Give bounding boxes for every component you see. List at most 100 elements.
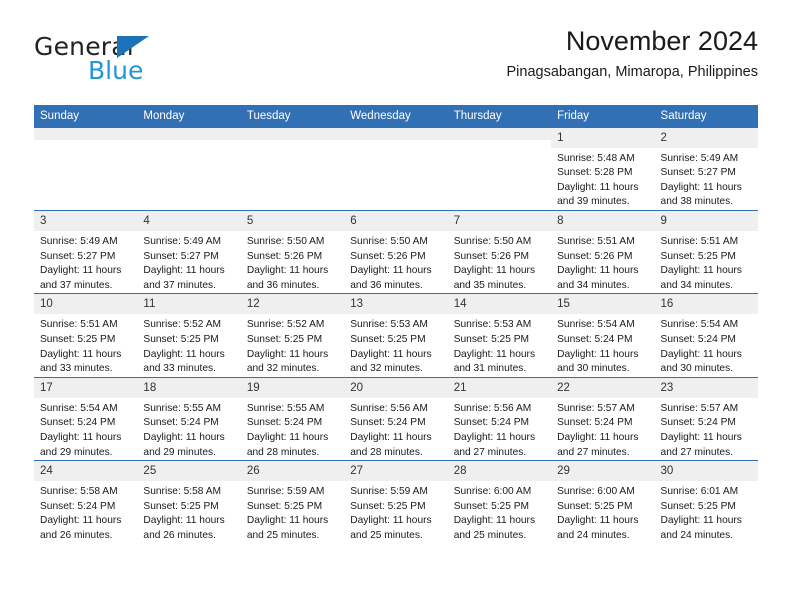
calendar-day-cell[interactable]: 12 Sunrise: 5:52 AM Sunset: 5:25 PM Dayligh… [240, 293, 345, 378]
sunset-time: Sunset: 5:25 PM [40, 334, 116, 346]
daylight-duration-line1: Daylight: 11 hours [350, 431, 432, 443]
sunrise-time: Sunrise: 5:49 AM [660, 152, 739, 164]
daylight-duration-line2: and 26 minutes. [40, 529, 113, 541]
weekday-thursday: Thursday [447, 105, 552, 128]
calendar-day-cell[interactable]: 24 Sunrise: 5:58 AM Sunset: 5:24 PM Dayligh… [34, 460, 138, 544]
daylight-duration-line2: and 25 minutes. [350, 529, 423, 541]
calendar-day-cell[interactable]: 26 Sunrise: 5:59 AM Sunset: 5:25 PM Dayligh… [240, 460, 345, 544]
calendar-day-cell[interactable]: 27 Sunrise: 5:59 AM Sunset: 5:25 PM Dayligh… [344, 460, 448, 544]
daylight-duration-line2: and 26 minutes. [143, 529, 216, 541]
calendar-day-cell[interactable]: 6 Sunrise: 5:50 AM Sunset: 5:26 PM Daylight… [344, 210, 448, 294]
sunset-time: Sunset: 5:24 PM [40, 500, 116, 512]
sunrise-time: Sunrise: 5:50 AM [246, 236, 325, 248]
daylight-duration-line1: Daylight: 11 hours [557, 431, 639, 443]
calendar-day-cell[interactable]: 4 Sunrise: 5:49 AM Sunset: 5:27 PM Daylight… [137, 210, 241, 294]
sunset-time: Sunset: 5:25 PM [143, 334, 219, 346]
sunset-time: Sunset: 5:25 PM [660, 250, 736, 262]
sunrise-time: Sunrise: 5:51 AM [660, 236, 739, 248]
calendar-day-cell[interactable]: 5 Sunrise: 5:50 AM Sunset: 5:26 PM Daylight… [240, 210, 345, 294]
calendar-day-cell[interactable]: 16 Sunrise: 5:54 AM Sunset: 5:24 PM Dayligh… [654, 293, 758, 378]
sunrise-time: Sunrise: 6:00 AM [557, 486, 635, 498]
sunset-time: Sunset: 5:24 PM [40, 417, 116, 429]
day-number: 25 [137, 461, 241, 482]
day-details: Sunrise: 5:49 AM Sunset: 5:27 PM Daylight:… [34, 231, 137, 293]
calendar-day-cell[interactable]: 20 Sunrise: 5:56 AM Sunset: 5:24 PM Dayligh… [344, 376, 448, 461]
calendar-day-cell[interactable]: 3 Sunrise: 5:49 AM Sunset: 5:27 PM Daylight… [34, 210, 138, 294]
sunrise-time: Sunrise: 5:55 AM [143, 402, 222, 414]
sunrise-time: Sunrise: 6:01 AM [660, 486, 739, 498]
sunset-time: Sunset: 5:25 PM [350, 500, 426, 512]
daylight-duration-line2: and 39 minutes. [557, 196, 630, 208]
calendar-day-cell[interactable]: 30 Sunrise: 6:01 AM Sunset: 5:25 PM Dayligh… [654, 460, 758, 544]
page-subtitle: Pinagsabangan, Mimaropa, Philippines [506, 63, 759, 80]
calendar-week-row: 3 Sunrise: 5:49 AM Sunset: 5:27 PM Daylight… [34, 210, 758, 294]
daylight-duration-line2: and 28 minutes. [350, 446, 423, 458]
page-header: General Blue November 2024 Pinagsabangan… [34, 26, 758, 98]
weekday-monday: Monday [137, 105, 241, 128]
sunrise-time: Sunrise: 5:55 AM [246, 402, 325, 414]
sunrise-time: Sunrise: 5:57 AM [557, 402, 635, 414]
calendar-day-cell[interactable]: 29 Sunrise: 6:00 AM Sunset: 5:25 PM Dayligh… [551, 460, 655, 544]
day-number: 2 [654, 127, 758, 148]
calendar-day-cell[interactable]: 9 Sunrise: 5:51 AM Sunset: 5:25 PM Daylight… [654, 210, 758, 294]
sunrise-time: Sunrise: 5:58 AM [143, 486, 222, 498]
sunrise-time: Sunrise: 5:52 AM [246, 319, 325, 331]
sunset-time: Sunset: 5:25 PM [453, 500, 530, 512]
sunset-time: Sunset: 5:24 PM [453, 417, 530, 429]
brand-logo[interactable]: General Blue [34, 26, 264, 86]
daylight-duration-line1: Daylight: 11 hours [40, 515, 122, 527]
daylight-duration-line1: Daylight: 11 hours [143, 431, 225, 443]
calendar-day-cell[interactable]: 22 Sunrise: 5:57 AM Sunset: 5:24 PM Dayligh… [551, 376, 655, 461]
calendar-day-cell[interactable]: 19 Sunrise: 5:55 AM Sunset: 5:24 PM Dayligh… [240, 376, 345, 461]
sunset-time: Sunset: 5:25 PM [660, 500, 736, 512]
daylight-duration-line1: Daylight: 11 hours [246, 265, 329, 277]
calendar-day-cell[interactable]: 21 Sunrise: 5:56 AM Sunset: 5:24 PM Dayligh… [447, 376, 552, 461]
day-details: Sunrise: 5:50 AM Sunset: 5:26 PM Daylight:… [241, 231, 344, 293]
daylight-duration-line1: Daylight: 11 hours [40, 431, 122, 443]
day-details: Sunrise: 5:56 AM Sunset: 5:24 PM Daylight:… [448, 398, 551, 460]
daylight-duration-line2: and 31 minutes. [453, 363, 527, 375]
daylight-duration-line2: and 35 minutes. [453, 279, 527, 291]
day-number: 18 [137, 377, 241, 398]
sunset-time: Sunset: 5:25 PM [557, 500, 633, 512]
calendar-day-cell[interactable]: 1 Sunrise: 5:48 AM Sunset: 5:28 PM Daylight… [551, 127, 655, 211]
sunrise-time: Sunrise: 5:48 AM [557, 152, 635, 164]
sunset-time: Sunset: 5:26 PM [350, 250, 426, 262]
calendar-day-cell[interactable]: 10 Sunrise: 5:51 AM Sunset: 5:25 PM Dayligh… [34, 293, 138, 378]
calendar-day-cell[interactable]: 17 Sunrise: 5:54 AM Sunset: 5:24 PM Dayligh… [34, 376, 138, 461]
day-details: Sunrise: 5:57 AM Sunset: 5:24 PM Daylight:… [655, 398, 758, 460]
calendar-day-cell[interactable]: 28 Sunrise: 6:00 AM Sunset: 5:25 PM Dayligh… [447, 460, 552, 544]
sunset-time: Sunset: 5:24 PM [660, 334, 736, 346]
day-number: 17 [34, 377, 138, 398]
day-details: Sunrise: 5:51 AM Sunset: 5:26 PM Daylight:… [551, 231, 654, 293]
daylight-duration-line2: and 32 minutes. [246, 363, 320, 375]
calendar-day-cell[interactable]: 11 Sunrise: 5:52 AM Sunset: 5:25 PM Dayligh… [137, 293, 241, 378]
calendar-day-cell[interactable]: 14 Sunrise: 5:53 AM Sunset: 5:25 PM Dayligh… [447, 293, 552, 378]
day-details: Sunrise: 5:53 AM Sunset: 5:25 PM Daylight:… [448, 314, 551, 376]
day-details: Sunrise: 5:54 AM Sunset: 5:24 PM Daylight:… [551, 314, 654, 376]
calendar-day-cell[interactable]: 13 Sunrise: 5:53 AM Sunset: 5:25 PM Dayligh… [344, 293, 448, 378]
sunrise-time: Sunrise: 5:56 AM [453, 402, 532, 414]
daylight-duration-line1: Daylight: 11 hours [246, 515, 329, 527]
calendar-day-cell-empty [240, 127, 345, 211]
calendar-day-cell[interactable]: 7 Sunrise: 5:50 AM Sunset: 5:26 PM Daylight… [447, 210, 552, 294]
day-number: 24 [34, 461, 138, 482]
sunrise-time: Sunrise: 5:49 AM [143, 236, 222, 248]
day-number: 5 [240, 211, 345, 232]
calendar-day-cell-empty [137, 127, 241, 211]
day-details: Sunrise: 5:58 AM Sunset: 5:25 PM Daylight:… [137, 481, 240, 543]
calendar-day-cell[interactable]: 18 Sunrise: 5:55 AM Sunset: 5:24 PM Dayligh… [137, 376, 241, 461]
calendar-day-cell[interactable]: 15 Sunrise: 5:54 AM Sunset: 5:24 PM Dayligh… [551, 293, 655, 378]
calendar-day-cell[interactable]: 2 Sunrise: 5:49 AM Sunset: 5:27 PM Daylight… [654, 127, 758, 211]
day-details: Sunrise: 5:51 AM Sunset: 5:25 PM Daylight:… [655, 231, 758, 293]
day-number: 30 [654, 461, 758, 482]
daylight-duration-line2: and 33 minutes. [40, 363, 113, 375]
day-number: 7 [447, 211, 552, 232]
calendar-day-cell[interactable]: 25 Sunrise: 5:58 AM Sunset: 5:25 PM Dayligh… [137, 460, 241, 544]
sunset-time: Sunset: 5:26 PM [453, 250, 530, 262]
sunset-time: Sunset: 5:25 PM [453, 334, 530, 346]
calendar-day-cell[interactable]: 23 Sunrise: 5:57 AM Sunset: 5:24 PM Dayligh… [654, 376, 758, 461]
calendar-day-cell[interactable]: 8 Sunrise: 5:51 AM Sunset: 5:26 PM Daylight… [551, 210, 655, 294]
day-details: Sunrise: 5:54 AM Sunset: 5:24 PM Daylight:… [655, 314, 758, 376]
daylight-duration-line1: Daylight: 11 hours [660, 431, 742, 443]
